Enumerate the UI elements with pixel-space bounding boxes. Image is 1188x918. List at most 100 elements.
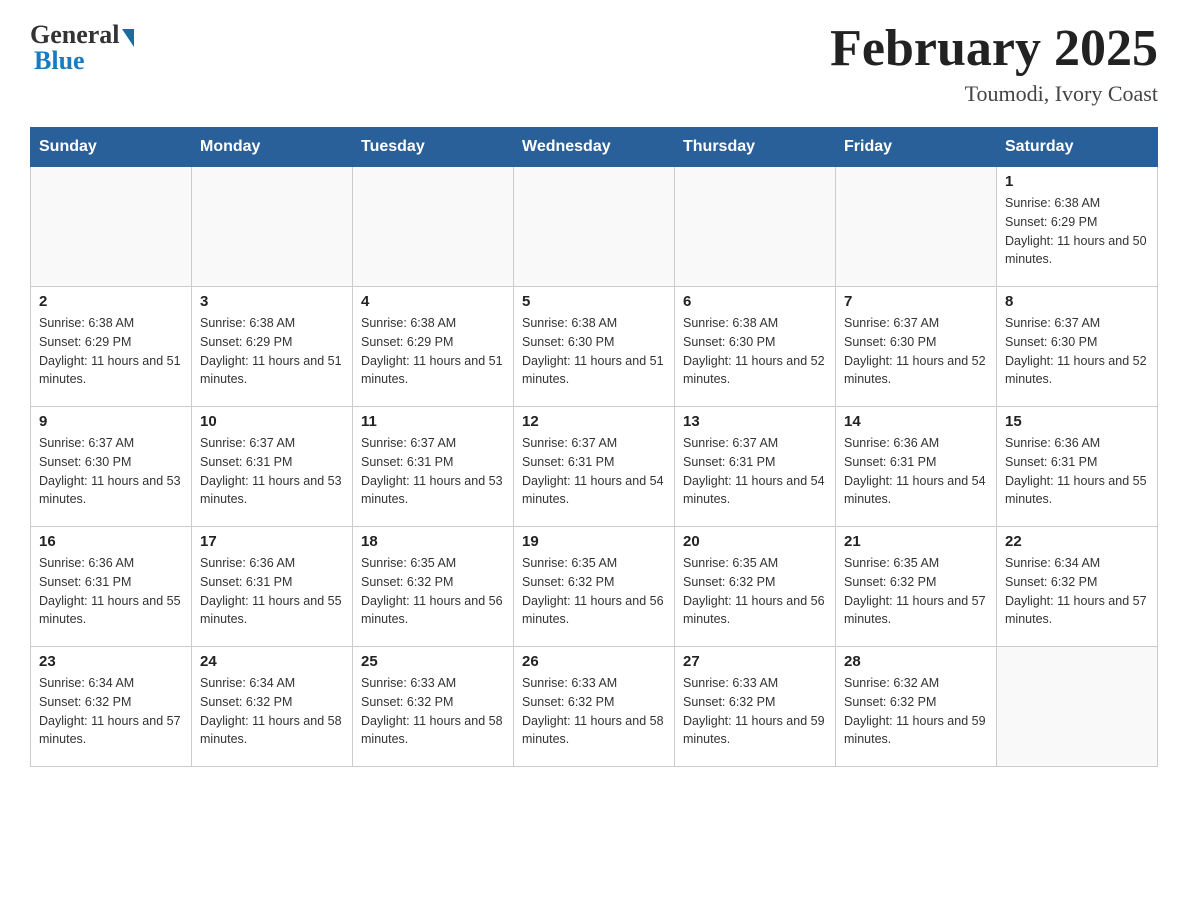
calendar-cell: 1Sunrise: 6:38 AMSunset: 6:29 PMDaylight…: [997, 167, 1158, 287]
day-info: Sunrise: 6:32 AMSunset: 6:32 PMDaylight:…: [844, 674, 988, 749]
day-info: Sunrise: 6:37 AMSunset: 6:31 PMDaylight:…: [361, 434, 505, 509]
day-number: 10: [200, 413, 344, 430]
day-header-thursday: Thursday: [675, 128, 836, 167]
calendar-cell: 21 Sunrise: 6:35 AMSunset: 6:32 PMDayligh…: [836, 527, 997, 647]
calendar-cell: [836, 167, 997, 287]
calendar-cell: 10 Sunrise: 6:37 AMSunset: 6:31 PMDayligh…: [192, 407, 353, 527]
day-number: 15: [1005, 413, 1149, 430]
calendar-cell: 7 Sunrise: 6:37 AMSunset: 6:30 PMDaylight…: [836, 287, 997, 407]
day-info: Sunrise: 6:38 AMSunset: 6:30 PMDaylight:…: [683, 314, 827, 389]
calendar-location: Toumodi, Ivory Coast: [830, 81, 1158, 107]
calendar-cell: 22 Sunrise: 6:34 AMSunset: 6:32 PMDayligh…: [997, 527, 1158, 647]
calendar-cell: 27 Sunrise: 6:33 AMSunset: 6:32 PMDayligh…: [675, 647, 836, 767]
day-info: Sunrise: 6:35 AMSunset: 6:32 PMDaylight:…: [683, 554, 827, 629]
day-info: Sunrise: 6:33 AMSunset: 6:32 PMDaylight:…: [683, 674, 827, 749]
day-number: 12: [522, 413, 666, 430]
day-info: Sunrise: 6:38 AMSunset: 6:29 PMDaylight:…: [361, 314, 505, 389]
logo: General Blue: [30, 20, 134, 76]
calendar-week-row: 9 Sunrise: 6:37 AMSunset: 6:30 PMDaylight…: [31, 407, 1158, 527]
day-info: Sunrise: 6:33 AMSunset: 6:32 PMDaylight:…: [361, 674, 505, 749]
day-number: 19: [522, 533, 666, 550]
calendar-week-row: 16 Sunrise: 6:36 AMSunset: 6:31 PMDayligh…: [31, 527, 1158, 647]
title-block: February 2025 Toumodi, Ivory Coast: [830, 20, 1158, 107]
day-header-tuesday: Tuesday: [353, 128, 514, 167]
day-info: Sunrise: 6:36 AMSunset: 6:31 PMDaylight:…: [39, 554, 183, 629]
day-number: 21: [844, 533, 988, 550]
day-number: 1: [1005, 173, 1149, 190]
day-info: Sunrise: 6:33 AMSunset: 6:32 PMDaylight:…: [522, 674, 666, 749]
calendar-cell: [675, 167, 836, 287]
page-header: General Blue February 2025 Toumodi, Ivor…: [30, 20, 1158, 107]
calendar-cell: 23 Sunrise: 6:34 AMSunset: 6:32 PMDayligh…: [31, 647, 192, 767]
day-number: 22: [1005, 533, 1149, 550]
calendar-cell: 15 Sunrise: 6:36 AMSunset: 6:31 PMDayligh…: [997, 407, 1158, 527]
day-number: 23: [39, 653, 183, 670]
day-header-sunday: Sunday: [31, 128, 192, 167]
calendar-cell: 19 Sunrise: 6:35 AMSunset: 6:32 PMDayligh…: [514, 527, 675, 647]
day-info: Sunrise: 6:38 AMSunset: 6:29 PMDaylight:…: [200, 314, 344, 389]
logo-blue-text: Blue: [34, 46, 85, 76]
day-info: Sunrise: 6:38 AMSunset: 6:30 PMDaylight:…: [522, 314, 666, 389]
calendar-cell: 13 Sunrise: 6:37 AMSunset: 6:31 PMDayligh…: [675, 407, 836, 527]
calendar-cell: 12 Sunrise: 6:37 AMSunset: 6:31 PMDayligh…: [514, 407, 675, 527]
calendar-cell: 14Sunrise: 6:36 AMSunset: 6:31 PMDayligh…: [836, 407, 997, 527]
calendar-cell: [353, 167, 514, 287]
day-header-saturday: Saturday: [997, 128, 1158, 167]
day-info: Sunrise: 6:37 AMSunset: 6:31 PMDaylight:…: [522, 434, 666, 509]
calendar-table: SundayMondayTuesdayWednesdayThursdayFrid…: [30, 127, 1158, 767]
day-number: 2: [39, 293, 183, 310]
calendar-cell: 2 Sunrise: 6:38 AMSunset: 6:29 PMDaylight…: [31, 287, 192, 407]
day-info: Sunrise: 6:38 AMSunset: 6:29 PMDaylight:…: [39, 314, 183, 389]
day-info: Sunrise: 6:36 AMSunset: 6:31 PMDaylight:…: [200, 554, 344, 629]
day-info: Sunrise: 6:37 AMSunset: 6:30 PMDaylight:…: [1005, 314, 1149, 389]
day-number: 3: [200, 293, 344, 310]
calendar-cell: [31, 167, 192, 287]
day-number: 27: [683, 653, 827, 670]
day-number: 17: [200, 533, 344, 550]
calendar-cell: 4 Sunrise: 6:38 AMSunset: 6:29 PMDaylight…: [353, 287, 514, 407]
day-number: 25: [361, 653, 505, 670]
calendar-cell: 26Sunrise: 6:33 AMSunset: 6:32 PMDayligh…: [514, 647, 675, 767]
day-info: Sunrise: 6:35 AMSunset: 6:32 PMDaylight:…: [361, 554, 505, 629]
day-info: Sunrise: 6:34 AMSunset: 6:32 PMDaylight:…: [1005, 554, 1149, 629]
calendar-cell: 16 Sunrise: 6:36 AMSunset: 6:31 PMDayligh…: [31, 527, 192, 647]
day-info: Sunrise: 6:35 AMSunset: 6:32 PMDaylight:…: [522, 554, 666, 629]
day-header-monday: Monday: [192, 128, 353, 167]
calendar-cell: 25 Sunrise: 6:33 AMSunset: 6:32 PMDayligh…: [353, 647, 514, 767]
day-number: 24: [200, 653, 344, 670]
calendar-title: February 2025: [830, 20, 1158, 77]
calendar-cell: 6Sunrise: 6:38 AMSunset: 6:30 PMDaylight…: [675, 287, 836, 407]
day-header-wednesday: Wednesday: [514, 128, 675, 167]
day-info: Sunrise: 6:37 AMSunset: 6:30 PMDaylight:…: [844, 314, 988, 389]
day-number: 4: [361, 293, 505, 310]
day-number: 28: [844, 653, 988, 670]
day-info: Sunrise: 6:37 AMSunset: 6:31 PMDaylight:…: [683, 434, 827, 509]
day-number: 16: [39, 533, 183, 550]
calendar-week-row: 1Sunrise: 6:38 AMSunset: 6:29 PMDaylight…: [31, 167, 1158, 287]
day-info: Sunrise: 6:36 AMSunset: 6:31 PMDaylight:…: [1005, 434, 1149, 509]
calendar-cell: [192, 167, 353, 287]
calendar-cell: [514, 167, 675, 287]
calendar-cell: 24 Sunrise: 6:34 AMSunset: 6:32 PMDayligh…: [192, 647, 353, 767]
calendar-cell: 11 Sunrise: 6:37 AMSunset: 6:31 PMDayligh…: [353, 407, 514, 527]
day-number: 13: [683, 413, 827, 430]
calendar-cell: 17 Sunrise: 6:36 AMSunset: 6:31 PMDayligh…: [192, 527, 353, 647]
day-info: Sunrise: 6:35 AMSunset: 6:32 PMDaylight:…: [844, 554, 988, 629]
day-number: 11: [361, 413, 505, 430]
day-info: Sunrise: 6:37 AMSunset: 6:31 PMDaylight:…: [200, 434, 344, 509]
day-number: 20: [683, 533, 827, 550]
day-info: Sunrise: 6:34 AMSunset: 6:32 PMDaylight:…: [200, 674, 344, 749]
day-info: Sunrise: 6:34 AMSunset: 6:32 PMDaylight:…: [39, 674, 183, 749]
day-number: 18: [361, 533, 505, 550]
logo-arrow-icon: [122, 29, 134, 47]
calendar-cell: 9 Sunrise: 6:37 AMSunset: 6:30 PMDaylight…: [31, 407, 192, 527]
calendar-week-row: 23 Sunrise: 6:34 AMSunset: 6:32 PMDayligh…: [31, 647, 1158, 767]
calendar-cell: 3 Sunrise: 6:38 AMSunset: 6:29 PMDaylight…: [192, 287, 353, 407]
day-number: 7: [844, 293, 988, 310]
calendar-cell: 18 Sunrise: 6:35 AMSunset: 6:32 PMDayligh…: [353, 527, 514, 647]
calendar-week-row: 2 Sunrise: 6:38 AMSunset: 6:29 PMDaylight…: [31, 287, 1158, 407]
calendar-cell: 20 Sunrise: 6:35 AMSunset: 6:32 PMDayligh…: [675, 527, 836, 647]
day-info: Sunrise: 6:37 AMSunset: 6:30 PMDaylight:…: [39, 434, 183, 509]
calendar-cell: 8Sunrise: 6:37 AMSunset: 6:30 PMDaylight…: [997, 287, 1158, 407]
day-number: 9: [39, 413, 183, 430]
